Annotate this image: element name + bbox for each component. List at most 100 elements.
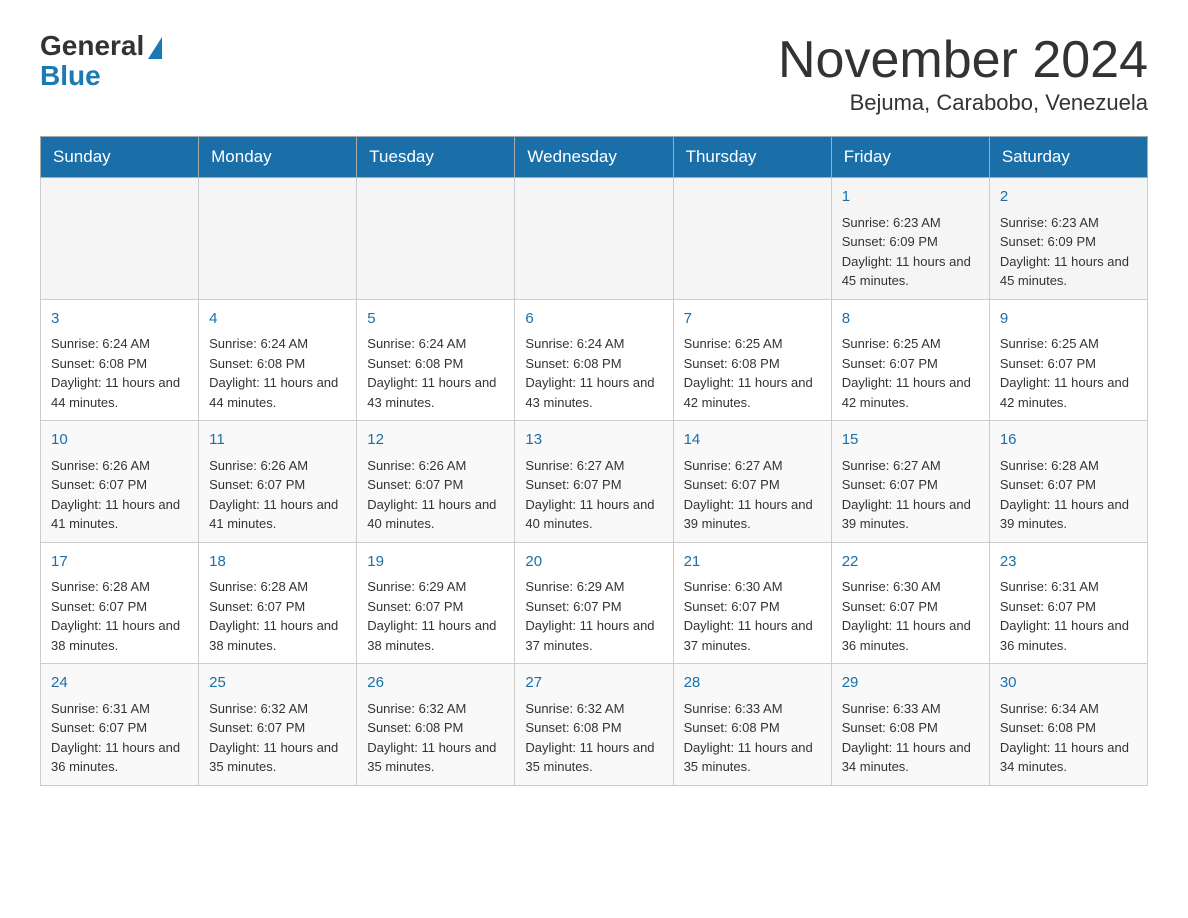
day-info: Sunrise: 6:24 AM Sunset: 6:08 PM Dayligh… xyxy=(525,334,662,412)
day-number: 1 xyxy=(842,186,979,209)
calendar-cell: 18 Sunrise: 6:28 AM Sunset: 6:07 PM Dayli… xyxy=(199,542,357,664)
day-info: Sunrise: 6:23 AM Sunset: 6:09 PM Dayligh… xyxy=(1000,213,1137,291)
day-info: Sunrise: 6:28 AM Sunset: 6:07 PM Dayligh… xyxy=(209,577,346,655)
calendar-cell: 21 Sunrise: 6:30 AM Sunset: 6:07 PM Dayli… xyxy=(673,542,831,664)
calendar-cell: 5 Sunrise: 6:24 AM Sunset: 6:08 PM Daylig… xyxy=(357,299,515,421)
calendar-cell: 24 Sunrise: 6:31 AM Sunset: 6:07 PM Dayli… xyxy=(41,664,199,786)
week-row-5: 24 Sunrise: 6:31 AM Sunset: 6:07 PM Dayli… xyxy=(41,664,1148,786)
calendar-subtitle: Bejuma, Carabobo, Venezuela xyxy=(778,90,1148,116)
day-number: 18 xyxy=(209,551,346,574)
day-number: 19 xyxy=(367,551,504,574)
calendar-cell: 28Sunrise: 6:33 AM Sunset: 6:08 PM Dayli… xyxy=(673,664,831,786)
title-block: November 2024 Bejuma, Carabobo, Venezuel… xyxy=(778,30,1148,116)
calendar-title: November 2024 xyxy=(778,30,1148,90)
calendar-cell: 3 Sunrise: 6:24 AM Sunset: 6:08 PM Daylig… xyxy=(41,299,199,421)
day-info: Sunrise: 6:24 AM Sunset: 6:08 PM Dayligh… xyxy=(51,334,188,412)
day-number: 12 xyxy=(367,429,504,452)
day-number: 23 xyxy=(1000,551,1137,574)
day-info: Sunrise: 6:31 AM Sunset: 6:07 PM Dayligh… xyxy=(51,699,188,777)
day-number: 9 xyxy=(1000,308,1137,331)
day-header-wednesday: Wednesday xyxy=(515,137,673,178)
calendar-table: SundayMondayTuesdayWednesdayThursdayFrid… xyxy=(40,136,1148,786)
calendar-cell: 11 Sunrise: 6:26 AM Sunset: 6:07 PM Dayli… xyxy=(199,421,357,543)
day-info: Sunrise: 6:29 AM Sunset: 6:07 PM Dayligh… xyxy=(367,577,504,655)
day-number: 21 xyxy=(684,551,821,574)
day-info: Sunrise: 6:32 AM Sunset: 6:08 PM Dayligh… xyxy=(367,699,504,777)
calendar-cell: 7 Sunrise: 6:25 AM Sunset: 6:08 PM Daylig… xyxy=(673,299,831,421)
day-info: Sunrise: 6:32 AM Sunset: 6:07 PM Dayligh… xyxy=(209,699,346,777)
logo-blue-text: Blue xyxy=(40,60,101,92)
calendar-cell xyxy=(357,178,515,300)
day-info: Sunrise: 6:25 AM Sunset: 6:07 PM Dayligh… xyxy=(842,334,979,412)
day-number: 29 xyxy=(842,672,979,695)
day-info: Sunrise: 6:30 AM Sunset: 6:07 PM Dayligh… xyxy=(684,577,821,655)
day-info: Sunrise: 6:29 AM Sunset: 6:07 PM Dayligh… xyxy=(525,577,662,655)
day-number: 8 xyxy=(842,308,979,331)
day-number: 11 xyxy=(209,429,346,452)
day-number: 13 xyxy=(525,429,662,452)
logo-triangle-icon xyxy=(148,37,162,59)
day-number: 14 xyxy=(684,429,821,452)
day-number: 26 xyxy=(367,672,504,695)
day-info: Sunrise: 6:23 AM Sunset: 6:09 PM Dayligh… xyxy=(842,213,979,291)
week-row-2: 3 Sunrise: 6:24 AM Sunset: 6:08 PM Daylig… xyxy=(41,299,1148,421)
day-number: 20 xyxy=(525,551,662,574)
day-number: 7 xyxy=(684,308,821,331)
day-header-thursday: Thursday xyxy=(673,137,831,178)
calendar-cell: 29Sunrise: 6:33 AM Sunset: 6:08 PM Dayli… xyxy=(831,664,989,786)
calendar-cell: 30 Sunrise: 6:34 AM Sunset: 6:08 PM Dayli… xyxy=(989,664,1147,786)
calendar-cell: 19 Sunrise: 6:29 AM Sunset: 6:07 PM Dayli… xyxy=(357,542,515,664)
week-row-1: 1 Sunrise: 6:23 AM Sunset: 6:09 PM Daylig… xyxy=(41,178,1148,300)
calendar-cell: 10 Sunrise: 6:26 AM Sunset: 6:07 PM Dayli… xyxy=(41,421,199,543)
day-info: Sunrise: 6:34 AM Sunset: 6:08 PM Dayligh… xyxy=(1000,699,1137,777)
day-header-sunday: Sunday xyxy=(41,137,199,178)
day-info: Sunrise: 6:31 AM Sunset: 6:07 PM Dayligh… xyxy=(1000,577,1137,655)
calendar-cell: 4Sunrise: 6:24 AM Sunset: 6:08 PM Daylig… xyxy=(199,299,357,421)
calendar-cell xyxy=(515,178,673,300)
day-number: 6 xyxy=(525,308,662,331)
day-number: 10 xyxy=(51,429,188,452)
calendar-cell: 26 Sunrise: 6:32 AM Sunset: 6:08 PM Dayli… xyxy=(357,664,515,786)
day-info: Sunrise: 6:27 AM Sunset: 6:07 PM Dayligh… xyxy=(525,456,662,534)
calendar-cell: 8 Sunrise: 6:25 AM Sunset: 6:07 PM Daylig… xyxy=(831,299,989,421)
day-number: 17 xyxy=(51,551,188,574)
day-info: Sunrise: 6:24 AM Sunset: 6:08 PM Dayligh… xyxy=(367,334,504,412)
day-info: Sunrise: 6:25 AM Sunset: 6:08 PM Dayligh… xyxy=(684,334,821,412)
calendar-cell xyxy=(41,178,199,300)
day-number: 15 xyxy=(842,429,979,452)
day-number: 30 xyxy=(1000,672,1137,695)
day-info: Sunrise: 6:26 AM Sunset: 6:07 PM Dayligh… xyxy=(209,456,346,534)
calendar-cell: 27 Sunrise: 6:32 AM Sunset: 6:08 PM Dayli… xyxy=(515,664,673,786)
calendar-cell xyxy=(673,178,831,300)
day-info: Sunrise: 6:25 AM Sunset: 6:07 PM Dayligh… xyxy=(1000,334,1137,412)
day-number: 4 xyxy=(209,308,346,331)
calendar-cell: 16 Sunrise: 6:28 AM Sunset: 6:07 PM Dayli… xyxy=(989,421,1147,543)
day-number: 16 xyxy=(1000,429,1137,452)
day-info: Sunrise: 6:28 AM Sunset: 6:07 PM Dayligh… xyxy=(1000,456,1137,534)
day-number: 24 xyxy=(51,672,188,695)
calendar-cell: 2Sunrise: 6:23 AM Sunset: 6:09 PM Daylig… xyxy=(989,178,1147,300)
day-number: 25 xyxy=(209,672,346,695)
day-info: Sunrise: 6:28 AM Sunset: 6:07 PM Dayligh… xyxy=(51,577,188,655)
logo-general-text: General xyxy=(40,30,144,62)
calendar-cell: 23 Sunrise: 6:31 AM Sunset: 6:07 PM Dayli… xyxy=(989,542,1147,664)
day-info: Sunrise: 6:30 AM Sunset: 6:07 PM Dayligh… xyxy=(842,577,979,655)
calendar-cell: 9 Sunrise: 6:25 AM Sunset: 6:07 PM Daylig… xyxy=(989,299,1147,421)
page-header: General Blue November 2024 Bejuma, Carab… xyxy=(40,30,1148,116)
calendar-cell: 13 Sunrise: 6:27 AM Sunset: 6:07 PM Dayli… xyxy=(515,421,673,543)
day-number: 5 xyxy=(367,308,504,331)
calendar-cell: 25 Sunrise: 6:32 AM Sunset: 6:07 PM Dayli… xyxy=(199,664,357,786)
day-info: Sunrise: 6:32 AM Sunset: 6:08 PM Dayligh… xyxy=(525,699,662,777)
calendar-cell: 1 Sunrise: 6:23 AM Sunset: 6:09 PM Daylig… xyxy=(831,178,989,300)
day-info: Sunrise: 6:26 AM Sunset: 6:07 PM Dayligh… xyxy=(51,456,188,534)
day-info: Sunrise: 6:26 AM Sunset: 6:07 PM Dayligh… xyxy=(367,456,504,534)
day-number: 27 xyxy=(525,672,662,695)
day-info: Sunrise: 6:33 AM Sunset: 6:08 PM Dayligh… xyxy=(684,699,821,777)
day-number: 3 xyxy=(51,308,188,331)
calendar-cell: 17 Sunrise: 6:28 AM Sunset: 6:07 PM Dayli… xyxy=(41,542,199,664)
calendar-cell: 6 Sunrise: 6:24 AM Sunset: 6:08 PM Daylig… xyxy=(515,299,673,421)
calendar-cell: 14Sunrise: 6:27 AM Sunset: 6:07 PM Dayli… xyxy=(673,421,831,543)
calendar-cell: 20 Sunrise: 6:29 AM Sunset: 6:07 PM Dayli… xyxy=(515,542,673,664)
calendar-cell xyxy=(199,178,357,300)
day-header-tuesday: Tuesday xyxy=(357,137,515,178)
